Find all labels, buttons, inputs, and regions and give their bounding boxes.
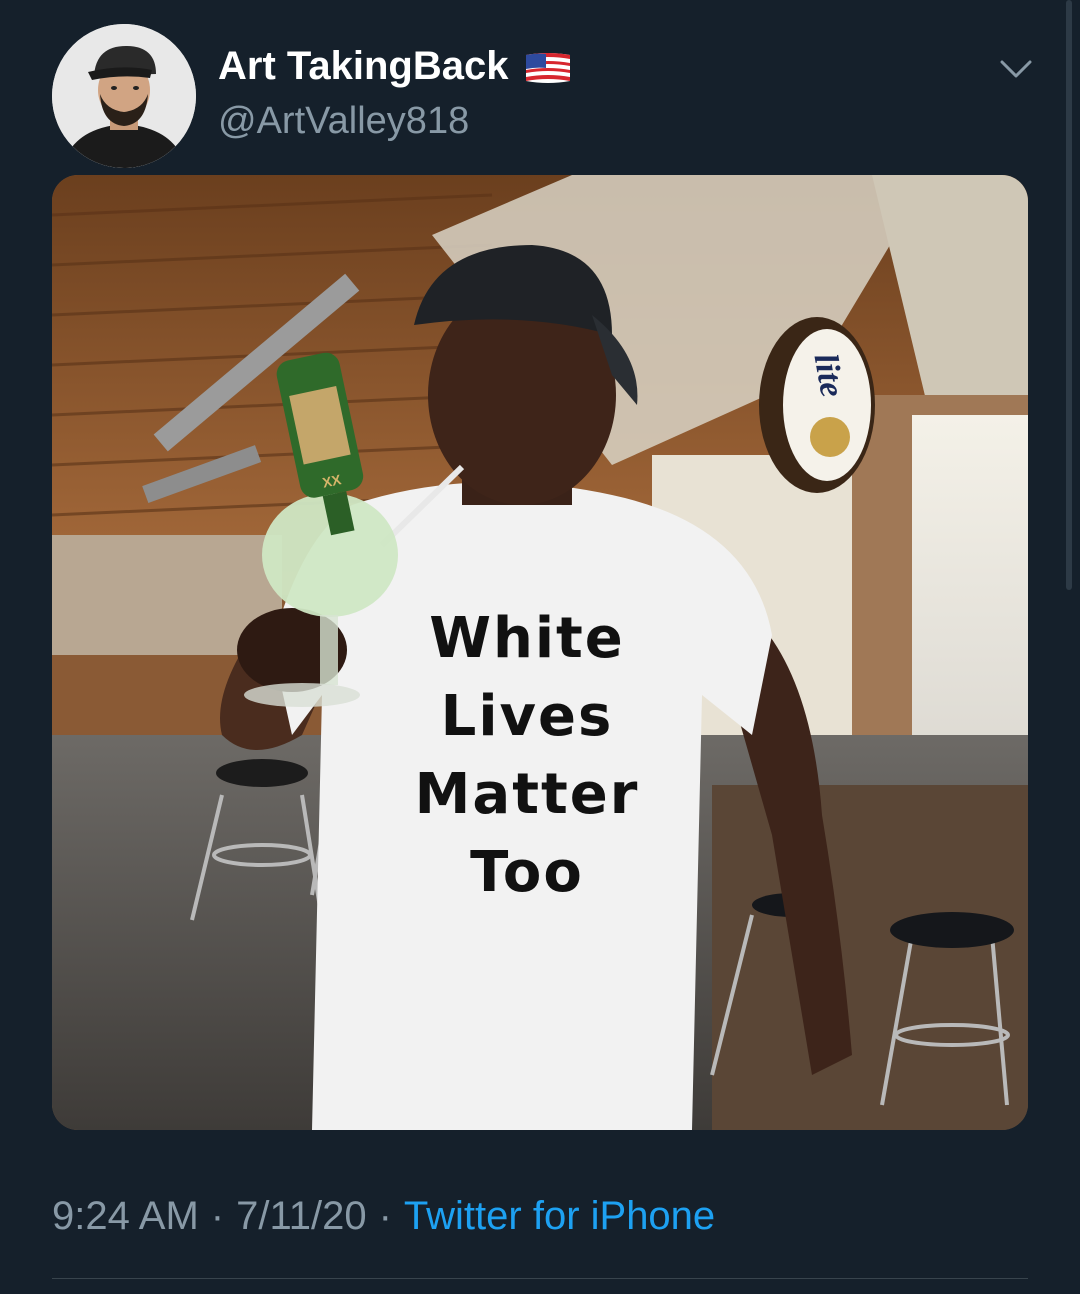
meta-separator: ·: [378, 1194, 392, 1238]
tweet-detail: Art TakingBack @ArtValley818 lite XX Whi…: [0, 0, 1080, 1294]
author-name-row[interactable]: Art TakingBack: [218, 44, 572, 89]
chevron-down-icon[interactable]: [998, 54, 1034, 84]
meta-separator: ·: [210, 1194, 225, 1238]
author-handle[interactable]: @ArtValley818: [218, 100, 469, 143]
tweet-date[interactable]: 7/11/20: [236, 1194, 367, 1239]
shirt-line: Matter: [414, 762, 640, 827]
shirt-line: Lives: [440, 684, 614, 749]
divider: [52, 1278, 1028, 1279]
avatar[interactable]: [52, 24, 196, 168]
tweet-time[interactable]: 9:24 AM: [52, 1194, 199, 1239]
tweet-photo[interactable]: lite XX White Lives Matter Too: [52, 175, 1028, 1130]
scrollbar[interactable]: [1066, 0, 1072, 590]
shirt-line: White: [429, 606, 625, 671]
tweet-source-link[interactable]: Twitter for iPhone: [404, 1194, 715, 1239]
sign-text: lite: [807, 351, 851, 400]
lite-sign: lite: [759, 317, 875, 493]
display-name[interactable]: Art TakingBack: [218, 44, 508, 89]
us-flag-icon: [524, 50, 572, 84]
shirt-line: Too: [470, 840, 584, 905]
tweet-meta: 9:24 AM · 7/11/20 · Twitter for iPhone: [52, 1194, 715, 1239]
shirt-text: White Lives Matter Too: [392, 600, 662, 912]
